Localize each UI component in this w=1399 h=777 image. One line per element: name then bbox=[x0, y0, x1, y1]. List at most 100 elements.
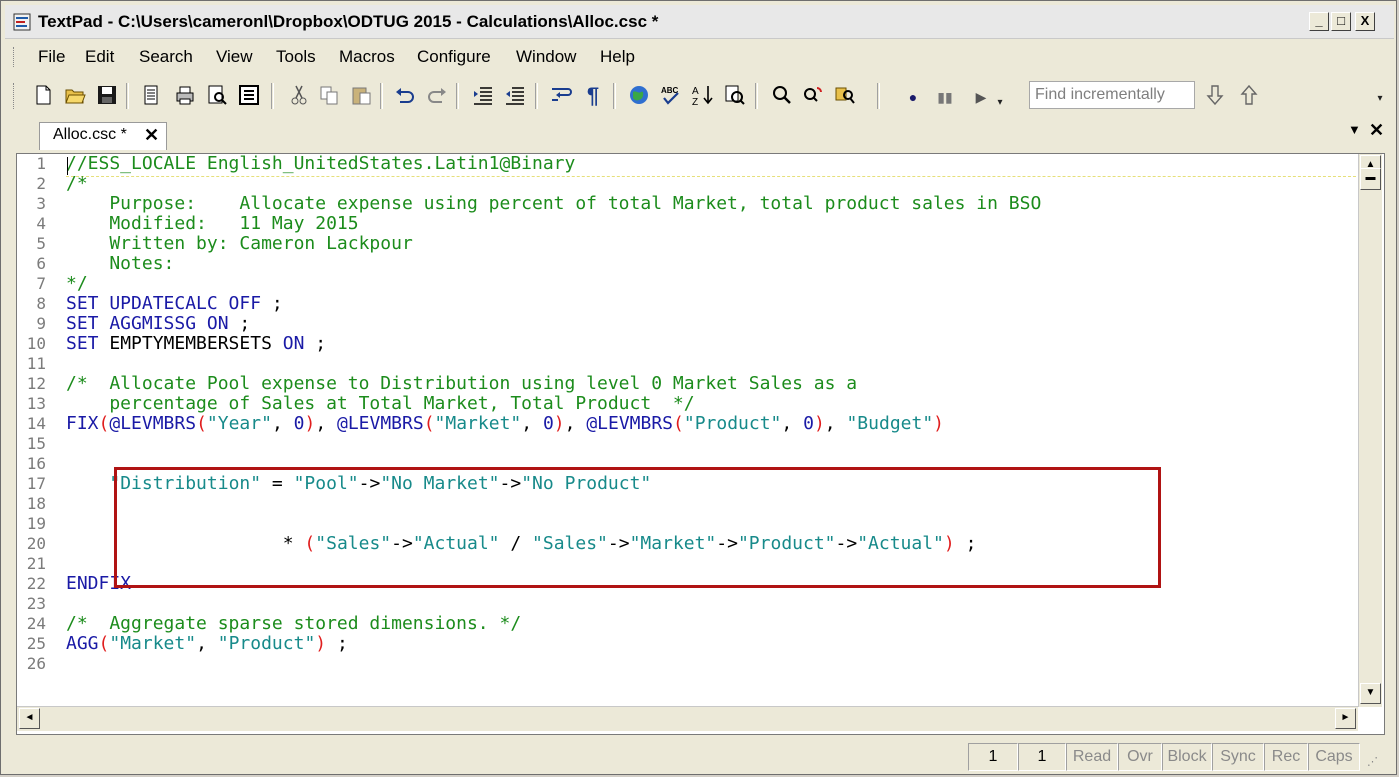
toolbar-overflow-icon[interactable]: ▾ bbox=[993, 95, 1007, 111]
document-properties-icon[interactable] bbox=[237, 84, 261, 108]
spell-check-icon[interactable]: ABC bbox=[659, 84, 683, 108]
status-block[interactable]: Block bbox=[1162, 743, 1212, 771]
line-number: 20 bbox=[26, 534, 46, 553]
code-line-2: /* bbox=[66, 173, 88, 194]
menu-search[interactable]: Search bbox=[139, 47, 193, 67]
save-icon[interactable] bbox=[95, 84, 119, 108]
toolbar-overflow-right-icon[interactable]: ▾ bbox=[1373, 87, 1387, 111]
menubar-grip[interactable] bbox=[13, 47, 17, 67]
cut-icon[interactable] bbox=[287, 84, 311, 108]
outdent-icon[interactable] bbox=[503, 84, 527, 108]
code-line-7: */ bbox=[66, 273, 88, 294]
play-macro-icon[interactable]: ▶ bbox=[969, 84, 993, 108]
status-line: 1 bbox=[968, 743, 1018, 771]
maximize-button[interactable]: □ bbox=[1331, 12, 1351, 31]
code-editor[interactable]: 1 2 3 4 5 6 7 8 9 10 11 12 13 14 15 16 17 18 19 20 21 22 23 24 2… bbox=[16, 153, 1385, 735]
print-icon[interactable] bbox=[173, 84, 197, 108]
open-folder-icon[interactable] bbox=[63, 84, 87, 108]
line-number: 10 bbox=[26, 334, 46, 353]
line-number: 23 bbox=[26, 594, 46, 613]
line-number: 2 bbox=[36, 174, 46, 193]
status-read[interactable]: Read bbox=[1066, 743, 1118, 771]
code-line-14: FIX(@LEVMBRS("Year", 0), @LEVMBRS("Marke… bbox=[66, 413, 945, 434]
status-column: 1 bbox=[1018, 743, 1066, 771]
status-sync[interactable]: Sync bbox=[1212, 743, 1264, 771]
record-macro-icon[interactable]: ● bbox=[901, 84, 925, 108]
resize-grip-icon[interactable]: ⋰ bbox=[1367, 755, 1378, 768]
menu-macros[interactable]: Macros bbox=[339, 47, 395, 67]
line-number: 15 bbox=[26, 434, 46, 453]
code-line-22: ENDFIX bbox=[66, 573, 132, 594]
close-button[interactable]: X bbox=[1355, 12, 1375, 31]
status-record[interactable]: Rec bbox=[1264, 743, 1308, 771]
menu-window[interactable]: Window bbox=[516, 47, 576, 67]
line-number: 19 bbox=[26, 514, 46, 533]
paste-icon[interactable] bbox=[349, 84, 373, 108]
document-tab-row: Alloc.csc * ✕ ▼ ✕ bbox=[5, 120, 1394, 150]
text-caret bbox=[67, 157, 68, 175]
web-browser-icon[interactable] bbox=[627, 84, 651, 108]
tab-list-dropdown-icon[interactable]: ▼ bbox=[1348, 122, 1361, 137]
close-document-icon[interactable]: ✕ bbox=[1369, 120, 1384, 141]
indent-icon[interactable] bbox=[471, 84, 495, 108]
sort-icon[interactable]: AZ bbox=[691, 84, 715, 108]
compare-icon[interactable] bbox=[723, 84, 747, 108]
menu-edit[interactable]: Edit bbox=[85, 47, 114, 67]
menu-tools[interactable]: Tools bbox=[276, 47, 316, 67]
line-number: 25 bbox=[26, 634, 46, 653]
scroll-down-arrow-icon[interactable]: ▼ bbox=[1360, 683, 1381, 704]
find-icon[interactable] bbox=[769, 84, 793, 108]
undo-icon[interactable] bbox=[393, 84, 417, 108]
code-area[interactable]: //ESS_LOCALE English_UnitedStates.Latin1… bbox=[66, 154, 1366, 694]
toolbar-separator bbox=[126, 83, 129, 109]
page-icon[interactable] bbox=[139, 84, 163, 108]
pilcrow-icon[interactable]: ¶ bbox=[581, 84, 605, 108]
find-in-files-icon[interactable] bbox=[833, 84, 857, 108]
line-number: 24 bbox=[26, 614, 46, 633]
line-number: 3 bbox=[36, 194, 46, 213]
menu-bar: File Edit Search View Tools Macros Confi… bbox=[5, 41, 1394, 72]
print-preview-icon[interactable] bbox=[205, 84, 229, 108]
toolbar-separator bbox=[271, 83, 274, 109]
scroll-right-arrow-icon[interactable]: ► bbox=[1335, 708, 1356, 729]
window-title: TextPad - C:\Users\cameronl\Dropbox\ODTU… bbox=[38, 12, 659, 31]
tab-alloc-csc[interactable]: Alloc.csc * ✕ bbox=[39, 122, 167, 150]
horizontal-scrollbar[interactable]: ◄ ► bbox=[17, 706, 1358, 731]
toolbar-separator bbox=[535, 83, 538, 109]
status-caps[interactable]: Caps bbox=[1308, 743, 1360, 771]
toolbar-separator bbox=[380, 83, 383, 109]
code-line-9: SET AGGMISSG ON ; bbox=[66, 313, 251, 334]
scroll-left-arrow-icon[interactable]: ◄ bbox=[19, 708, 40, 729]
line-number: 7 bbox=[36, 274, 46, 293]
line-number: 13 bbox=[26, 394, 46, 413]
close-tab-icon[interactable]: ✕ bbox=[144, 125, 159, 146]
menu-file[interactable]: File bbox=[38, 47, 65, 67]
new-file-icon[interactable] bbox=[31, 84, 55, 108]
redo-icon[interactable] bbox=[425, 84, 449, 108]
line-number: 9 bbox=[36, 314, 46, 333]
minimize-button[interactable]: _ bbox=[1309, 12, 1329, 31]
word-wrap-icon[interactable] bbox=[549, 84, 573, 108]
line-number: 17 bbox=[26, 474, 46, 493]
code-line-4: Modified: 11 May 2015 bbox=[66, 213, 359, 234]
title-bar[interactable]: TextPad - C:\Users\cameronl\Dropbox\ODTU… bbox=[5, 5, 1394, 39]
line-number: 14 bbox=[26, 414, 46, 433]
toolbar-grip[interactable] bbox=[13, 83, 17, 109]
find-incrementally-input[interactable]: Find incrementally bbox=[1029, 81, 1195, 109]
status-overwrite[interactable]: Ovr bbox=[1118, 743, 1162, 771]
scroll-thumb[interactable]: ▬ bbox=[1360, 168, 1381, 190]
menu-help[interactable]: Help bbox=[600, 47, 635, 67]
find-up-arrow-icon[interactable] bbox=[1237, 84, 1261, 108]
copy-icon[interactable] bbox=[317, 84, 341, 108]
code-line-25: AGG("Market", "Product") ; bbox=[66, 633, 348, 654]
line-number: 22 bbox=[26, 574, 46, 593]
menu-configure[interactable]: Configure bbox=[417, 47, 491, 67]
code-line-12: /* Allocate Pool expense to Distribution… bbox=[66, 373, 858, 394]
find-down-arrow-icon[interactable] bbox=[1203, 84, 1227, 108]
code-line-13: percentage of Sales at Total Market, Tot… bbox=[66, 393, 695, 414]
menu-view[interactable]: View bbox=[216, 47, 253, 67]
vertical-scrollbar[interactable]: ▲ ▬ ▼ bbox=[1358, 154, 1382, 707]
pause-macro-icon[interactable]: ▮▮ bbox=[933, 84, 957, 108]
find-next-icon[interactable] bbox=[801, 84, 825, 108]
line-number: 26 bbox=[26, 654, 46, 673]
